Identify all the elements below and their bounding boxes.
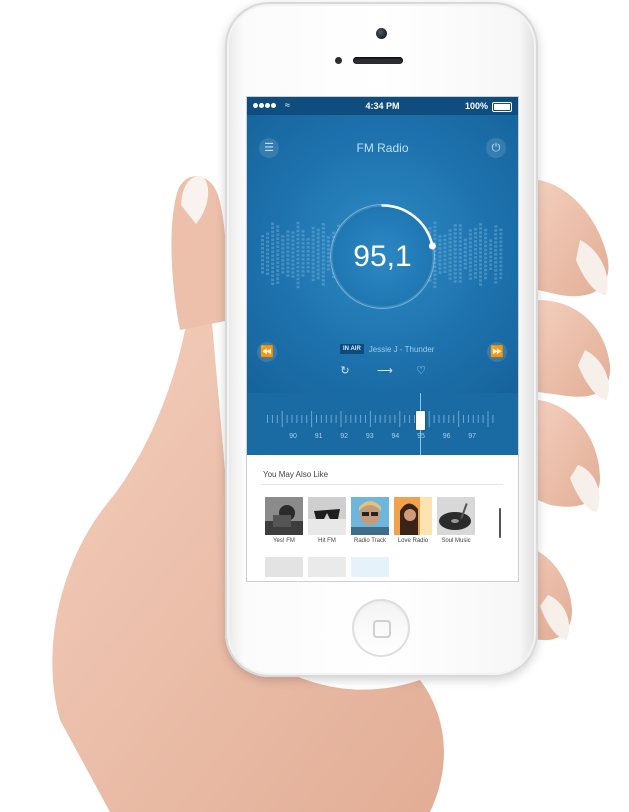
station-thumb-yes-fm[interactable]	[265, 497, 303, 535]
tuner-scale-label: 97	[468, 433, 477, 440]
home-square-icon	[373, 620, 391, 638]
scrollbar[interactable]	[499, 508, 501, 538]
frequency-value: 95,1	[353, 240, 412, 273]
station-label: Hit FM	[318, 538, 336, 544]
station-thumb-faded	[308, 557, 346, 577]
rewind-icon[interactable]: ⏪	[257, 342, 277, 362]
radio-player-panel: ≈ 4:34 PM 100% ☰ FM Radio ⏻ 95,1 ⏪ IN AI…	[247, 97, 518, 455]
station-thumb-radio-track[interactable]	[351, 497, 389, 535]
battery-icon	[492, 102, 512, 112]
status-bar: ≈ 4:34 PM 100%	[247, 97, 518, 115]
tuner-scale-ticks	[267, 411, 494, 427]
phone-screen: ≈ 4:34 PM 100% ☰ FM Radio ⏻ 95,1 ⏪ IN AI…	[247, 97, 518, 581]
frequency-tuner[interactable]: 90 91 92 93 94 95 96 97	[247, 393, 518, 455]
front-camera	[376, 28, 387, 39]
divider	[261, 484, 503, 485]
page-title: FM Radio	[356, 141, 409, 155]
tuner-scale-labels: 90 91 92 93 94 95 96 97	[247, 433, 518, 443]
power-icon[interactable]: ⏻	[486, 138, 506, 158]
earpiece-speaker	[353, 57, 403, 64]
battery-percent: 100%	[464, 101, 488, 111]
tuner-scale-label: 90	[289, 433, 297, 440]
station-label: Yes! FM	[273, 538, 295, 544]
share-icon[interactable]: ⟶	[377, 364, 393, 377]
tuner-scale-label: 96	[442, 433, 451, 440]
tuner-scale-label: 94	[391, 433, 400, 440]
home-button[interactable]	[352, 599, 410, 657]
station-thumb-hit-fm[interactable]	[308, 497, 346, 535]
station-label: Love Radio	[397, 538, 429, 544]
now-playing: IN AIR Jessie J - Thunder	[340, 343, 434, 355]
tuner-knob[interactable]	[416, 411, 425, 430]
fast-forward-icon[interactable]: ⏩	[487, 342, 507, 362]
proximity-sensor	[335, 57, 342, 64]
tuner-scale-label: 95	[413, 433, 429, 440]
station-label: Radio Track	[353, 538, 386, 544]
station-label: Soul Music	[441, 538, 471, 544]
station-thumb-faded	[265, 557, 303, 577]
tuner-scale-label: 93	[365, 433, 374, 440]
station-thumb-soul-music[interactable]	[437, 497, 475, 535]
on-air-badge: IN AIR	[340, 344, 364, 354]
station-thumb-love-radio[interactable]	[394, 497, 432, 535]
tuner-scale-label: 91	[314, 433, 323, 440]
now-playing-track: Jessie J - Thunder	[368, 344, 435, 354]
tuner-scale-label: 92	[340, 433, 349, 440]
heart-icon[interactable]: ♡	[414, 364, 428, 377]
repeat-icon[interactable]: ↻	[338, 364, 352, 377]
station-thumb-faded	[351, 557, 389, 577]
recommendations-title: You May Also Like	[263, 470, 329, 479]
